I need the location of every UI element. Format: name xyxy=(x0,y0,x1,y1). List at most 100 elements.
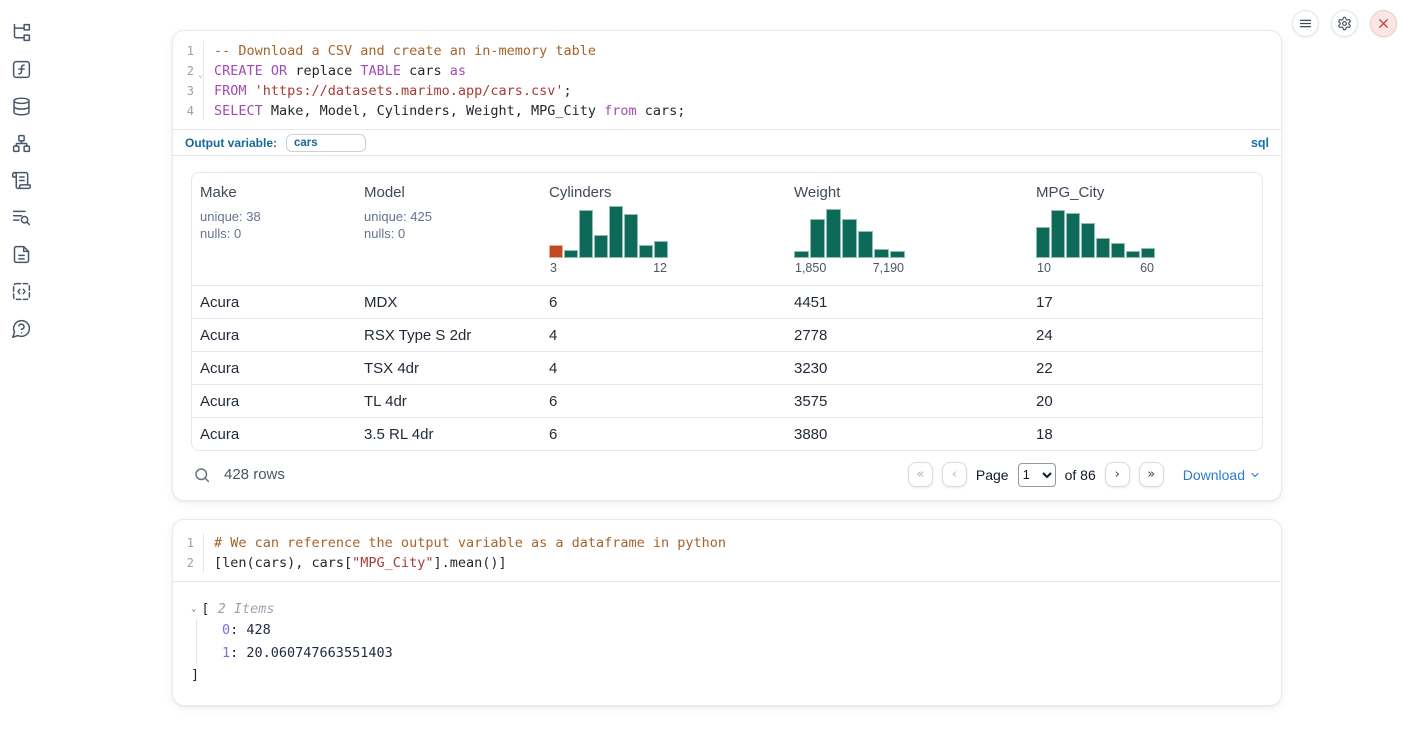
close-icon xyxy=(1376,16,1391,31)
workflow-icon xyxy=(11,133,32,154)
file-tree-panel-button[interactable] xyxy=(11,21,33,43)
database-icon xyxy=(11,96,32,117)
histogram-bar xyxy=(1036,227,1050,258)
column-header: Make unique: 38nulls: 0 xyxy=(192,173,356,285)
first-page-button[interactable]: « xyxy=(908,462,933,487)
table-cell: TL 4dr xyxy=(356,385,541,417)
file-text-icon xyxy=(11,244,32,265)
scroll-text-panel-button[interactable] xyxy=(11,169,33,191)
table-cell: Acura xyxy=(192,352,356,384)
output-variable-label: Output variable: xyxy=(185,136,277,150)
download-button[interactable]: Download xyxy=(1183,467,1261,483)
column-label[interactable]: Cylinders xyxy=(549,184,778,201)
next-page-button[interactable]: › xyxy=(1105,462,1130,487)
code-line[interactable]: 2⌄CREATE OR replace TABLE cars as xyxy=(173,61,1281,81)
settings-button[interactable] xyxy=(1331,10,1358,37)
histogram-bar xyxy=(842,219,857,258)
last-page-button[interactable]: » xyxy=(1139,462,1164,487)
histogram-bar xyxy=(810,219,825,258)
histogram-bar xyxy=(579,210,593,258)
column-label[interactable]: MPG_City xyxy=(1036,184,1254,201)
column-stats: unique: 38nulls: 0 xyxy=(200,209,348,243)
line-number: 2 xyxy=(173,553,204,573)
sql-cell: 1 -- Download a CSV and create an in-memo… xyxy=(172,30,1282,501)
histogram-bar xyxy=(549,245,563,258)
code-line[interactable]: 1-- Download a CSV and create an in-memo… xyxy=(173,41,1281,61)
tree-entry: 1: 20.060747663551403 xyxy=(222,642,1263,665)
table-cell: 3575 xyxy=(786,385,1028,417)
column-header: Cylinders 312 xyxy=(541,173,786,285)
column-histogram: 312 xyxy=(549,205,778,275)
table-cell: 17 xyxy=(1028,286,1262,318)
code-line[interactable]: 4SELECT Make, Model, Cylinders, Weight, … xyxy=(173,101,1281,121)
line-number: 2⌄ xyxy=(173,61,204,81)
search-icon xyxy=(193,466,211,484)
scroll-text-icon xyxy=(11,170,32,191)
notebook: 1 -- Download a CSV and create an in-memo… xyxy=(172,30,1282,706)
histogram-bar xyxy=(890,251,905,258)
table-cell: RSX Type S 2dr xyxy=(356,319,541,351)
python-cell: 1# We can reference the output variable … xyxy=(172,519,1282,706)
function-square-icon xyxy=(11,59,32,80)
code-text: -- Download a CSV and create an in-memor… xyxy=(204,41,596,61)
table-cell: 4 xyxy=(541,352,786,384)
table-cell: 3.5 RL 4dr xyxy=(356,418,541,450)
collapse-chevron-icon[interactable]: ⌄ xyxy=(191,604,196,614)
menu-icon xyxy=(1298,16,1313,31)
column-label[interactable]: Weight xyxy=(794,184,1020,201)
sql-code-editor[interactable]: 1-- Download a CSV and create an in-memo… xyxy=(173,31,1281,129)
function-square-panel-button[interactable] xyxy=(11,58,33,80)
table-cell: Acura xyxy=(192,286,356,318)
topbar-actions xyxy=(1292,10,1397,37)
code-text: [len(cars), cars["MPG_City"].mean()] xyxy=(204,553,507,573)
list-search-panel-button[interactable] xyxy=(11,206,33,228)
code-line[interactable]: 1# We can reference the output variable … xyxy=(173,533,1281,553)
pagination: « ‹ Page 1 of 86 › » Download xyxy=(908,462,1261,487)
search-button[interactable] xyxy=(193,466,211,484)
column-histogram: 1060 xyxy=(1036,205,1254,275)
page-select[interactable]: 1 xyxy=(1018,463,1056,487)
code-line[interactable]: 2[len(cars), cars["MPG_City"].mean()] xyxy=(173,553,1281,573)
code-text: FROM 'https://datasets.marimo.app/cars.c… xyxy=(204,81,572,101)
histogram-axis: 312 xyxy=(549,261,668,275)
histogram-bar xyxy=(874,249,889,258)
prev-page-button[interactable]: ‹ xyxy=(942,462,967,487)
table-cell: Acura xyxy=(192,319,356,351)
file-text-panel-button[interactable] xyxy=(11,243,33,265)
output-variable-input[interactable] xyxy=(286,134,366,152)
shutdown-button[interactable] xyxy=(1370,10,1397,37)
table-cell: 6 xyxy=(541,286,786,318)
table-cell: 2778 xyxy=(786,319,1028,351)
close-bracket: ] xyxy=(191,665,1263,685)
code-text: # We can reference the output variable a… xyxy=(204,533,726,553)
column-label[interactable]: Make xyxy=(200,184,348,201)
table-cell: 18 xyxy=(1028,418,1262,450)
sidebar xyxy=(0,0,44,339)
line-number: 3 xyxy=(173,81,204,101)
column-label[interactable]: Model xyxy=(364,184,533,201)
database-panel-button[interactable] xyxy=(11,95,33,117)
histogram-bar xyxy=(826,209,841,258)
table-cell: TSX 4dr xyxy=(356,352,541,384)
table-row: AcuraTL 4dr6357520 xyxy=(192,384,1262,417)
language-badge[interactable]: sql xyxy=(1251,136,1269,150)
column-histogram: 1,8507,190 xyxy=(794,205,1020,275)
histogram-bar xyxy=(1141,248,1155,258)
table-body: AcuraMDX6445117AcuraRSX Type S 2dr427782… xyxy=(192,285,1262,450)
code-line[interactable]: 3FROM 'https://datasets.marimo.app/cars.… xyxy=(173,81,1281,101)
histogram-bar xyxy=(609,206,623,258)
gear-icon xyxy=(1337,16,1352,31)
chevron-down-icon xyxy=(1249,469,1261,481)
column-header: Weight 1,8507,190 xyxy=(786,173,1028,285)
code-square-panel-button[interactable] xyxy=(11,280,33,302)
table-cell: 20 xyxy=(1028,385,1262,417)
python-code-editor[interactable]: 1# We can reference the output variable … xyxy=(173,533,1281,581)
workflow-panel-button[interactable] xyxy=(11,132,33,154)
code-text: CREATE OR replace TABLE cars as xyxy=(204,61,466,81)
line-number: 1 xyxy=(173,533,204,553)
table-header: Makeunique: 38nulls: 0Modelunique: 425nu… xyxy=(192,173,1262,285)
histogram-bar xyxy=(1111,243,1125,258)
menu-button[interactable] xyxy=(1292,10,1319,37)
help-circle-panel-button[interactable] xyxy=(11,317,33,339)
histogram-bar xyxy=(594,235,608,258)
